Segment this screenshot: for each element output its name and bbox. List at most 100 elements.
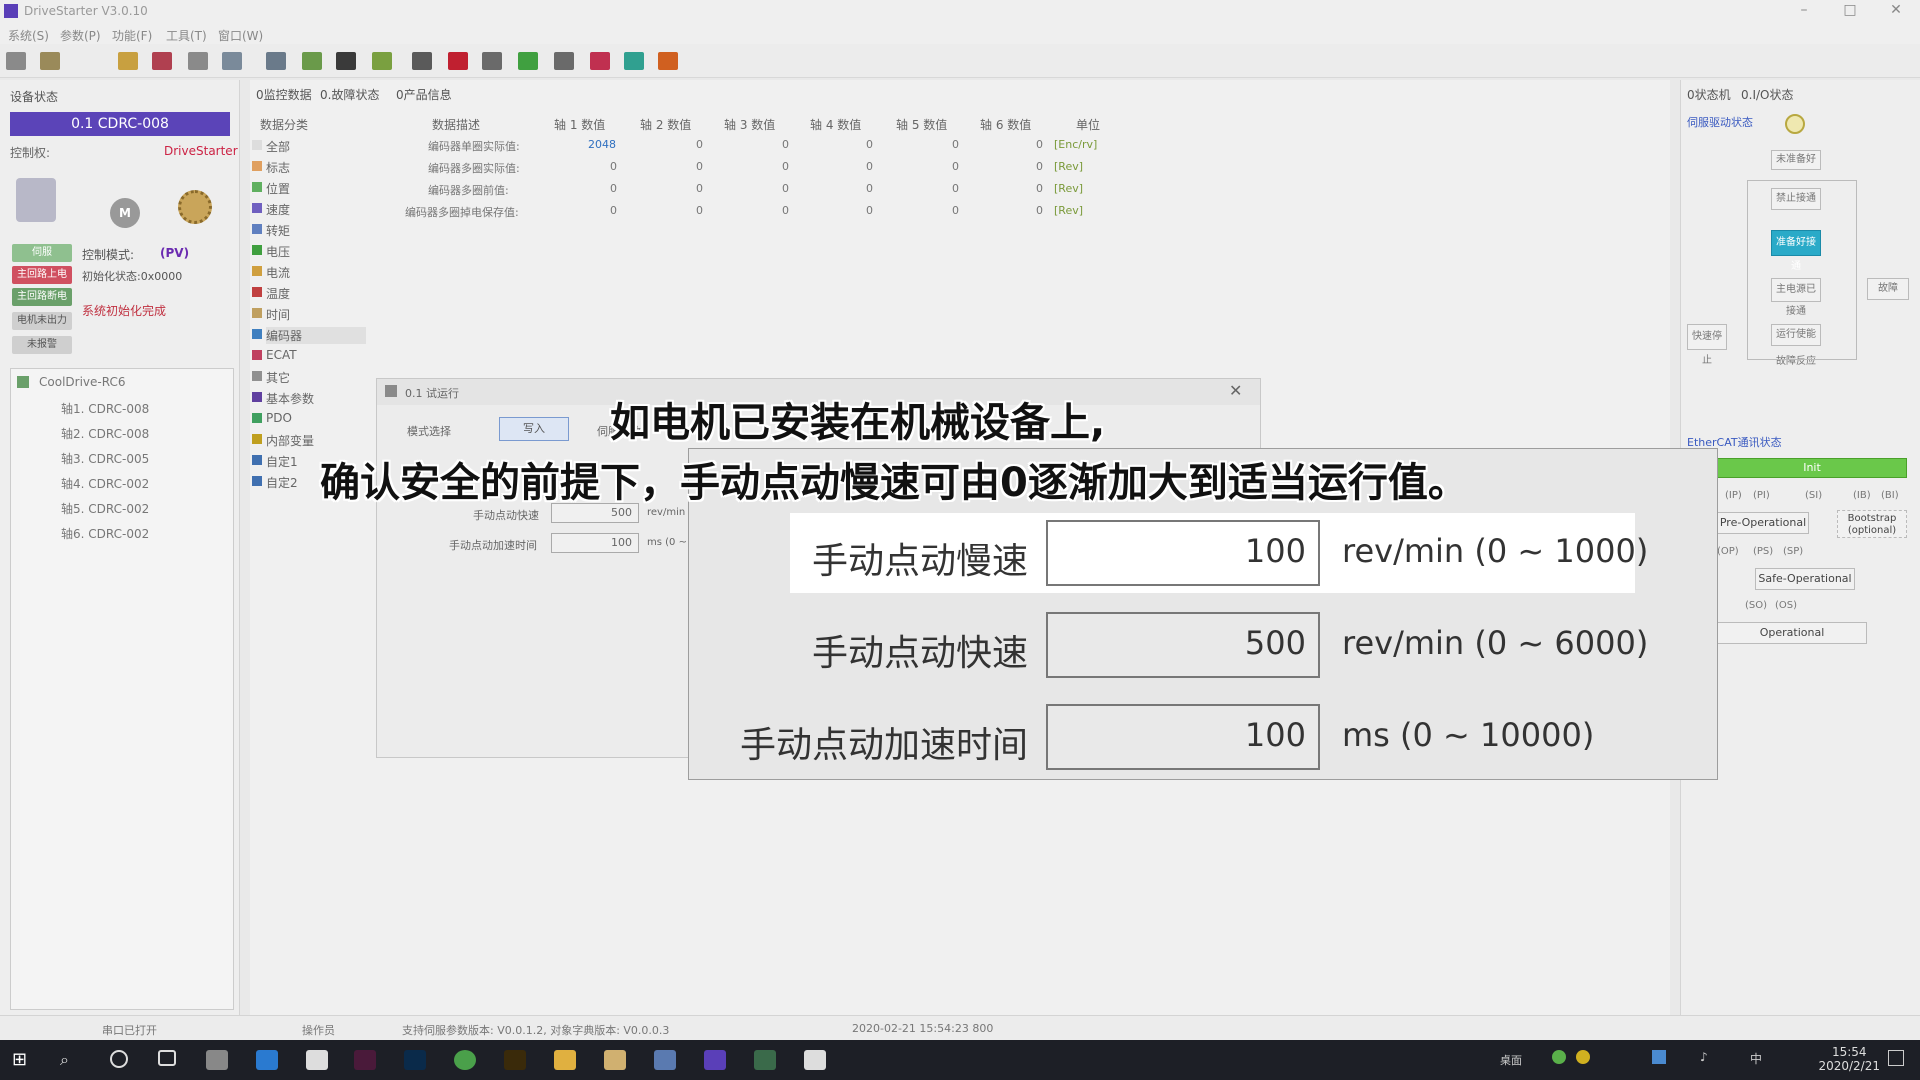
category-ecat[interactable]: ECAT <box>252 348 297 362</box>
tray-label: 桌面 <box>1500 1054 1522 1067</box>
close-icon[interactable]: ✕ <box>1876 2 1916 22</box>
status-user: 操作员 <box>302 1024 335 1037</box>
menu-system[interactable]: 系统(S) <box>8 27 49 44</box>
tree-item-axis5[interactable]: 轴5. CDRC-002 <box>61 500 149 517</box>
servo-status-button[interactable]: 伺服 <box>12 244 72 262</box>
subtitle-line2: 确认安全的前提下，手动点动慢速可由0逐渐加大到适当运行值。 <box>320 460 1468 506</box>
tree-item-axis1[interactable]: 轴1. CDRC-008 <box>61 400 149 417</box>
tree-item-axis2[interactable]: 轴2. CDRC-008 <box>61 425 149 442</box>
list-icon[interactable] <box>188 52 208 70</box>
word-icon[interactable] <box>654 1050 676 1070</box>
main-power-on-button[interactable]: 主回路上电 <box>12 266 72 284</box>
tree-item-axis4[interactable]: 轴4. CDRC-002 <box>61 475 149 492</box>
stop-icon[interactable] <box>152 52 172 70</box>
cortana-icon[interactable] <box>110 1050 128 1068</box>
small-unit-fast: rev/min <box>647 507 686 518</box>
row-value-axis1: 0 <box>610 204 617 217</box>
main-power-off-button[interactable]: 主回路断电 <box>12 288 72 306</box>
category-flag[interactable]: 标志 <box>252 159 290 176</box>
edge-icon[interactable] <box>256 1050 278 1070</box>
drivestarter-taskbar-icon[interactable] <box>704 1050 726 1070</box>
ime-icon[interactable]: 中 <box>1750 1050 1762 1067</box>
monitor-icon[interactable] <box>266 52 286 70</box>
photoshop-icon[interactable] <box>404 1050 426 1070</box>
terminal-icon[interactable] <box>754 1050 776 1070</box>
motor-no-output-button[interactable]: 电机未出力 <box>12 312 72 330</box>
tab-product-info[interactable]: 0产品信息 <box>396 86 452 103</box>
illustrator-icon[interactable] <box>504 1050 526 1070</box>
row-desc: 编码器多圈掉电保存值: <box>405 206 519 219</box>
dialog-close-icon[interactable]: ✕ <box>1229 381 1242 400</box>
volume-icon[interactable]: ♪ <box>1700 1050 1708 1064</box>
folder-icon[interactable] <box>604 1050 626 1070</box>
small-input-accel[interactable]: 100 <box>551 533 639 553</box>
export-icon[interactable] <box>554 52 574 70</box>
dialog-tab-mode[interactable]: 模式选择 <box>407 423 451 439</box>
menu-tools[interactable]: 工具(T) <box>166 27 207 44</box>
category-custom2[interactable]: 自定2 <box>252 474 298 491</box>
import-icon[interactable] <box>590 52 610 70</box>
task-view-icon[interactable] <box>158 1050 176 1066</box>
search-taskbar-icon[interactable]: ⌕ <box>60 1050 82 1070</box>
category-basic-params[interactable]: 基本参数 <box>252 390 314 407</box>
category-speed[interactable]: 速度 <box>252 201 290 218</box>
input-slow-speed[interactable]: 100 <box>1046 520 1320 586</box>
tune-icon[interactable] <box>302 52 322 70</box>
chart-icon[interactable] <box>372 52 392 70</box>
explorer-icon[interactable] <box>554 1050 576 1070</box>
help-icon[interactable] <box>658 52 678 70</box>
category-torque[interactable]: 转矩 <box>252 222 290 239</box>
tab-fault-status[interactable]: 0.故障状态 <box>320 86 379 103</box>
row-value-axis5: 0 <box>952 182 959 195</box>
category-all[interactable]: 全部 <box>252 138 290 155</box>
tree-item-axis3[interactable]: 轴3. CDRC-005 <box>61 450 149 467</box>
clock[interactable]: 15:54 2020/2/21 <box>1818 1045 1880 1073</box>
menu-params[interactable]: 参数(P) <box>60 27 101 44</box>
menu-window[interactable]: 窗口(W) <box>218 27 263 44</box>
network-tray-icon[interactable] <box>1652 1050 1666 1064</box>
category-encoder[interactable]: 编码器 <box>252 327 366 344</box>
category-time[interactable]: 时间 <box>252 306 290 323</box>
notification-icon[interactable] <box>1888 1050 1904 1066</box>
category-custom1[interactable]: 自定1 <box>252 453 298 470</box>
category-temperature[interactable]: 温度 <box>252 285 290 302</box>
compare-icon[interactable] <box>518 52 538 70</box>
maximize-icon[interactable]: □ <box>1830 2 1870 22</box>
video-icon[interactable] <box>804 1050 826 1070</box>
connect-icon[interactable] <box>6 52 26 70</box>
category-internal-vars[interactable]: 内部变量 <box>252 432 314 449</box>
save-icon[interactable] <box>412 52 432 70</box>
tab-io-status[interactable]: 0.I/O状态 <box>1741 86 1793 103</box>
device-banner[interactable]: 0.1 CDRC-008 <box>10 112 230 136</box>
minimize-icon[interactable]: – <box>1784 2 1824 22</box>
category-current[interactable]: 电流 <box>252 264 290 281</box>
upload-icon[interactable] <box>482 52 502 70</box>
windows-start-icon[interactable]: ⊞ <box>12 1050 34 1070</box>
category-pdo[interactable]: PDO <box>252 411 292 425</box>
chrome-icon[interactable] <box>454 1050 476 1070</box>
fan-app-icon[interactable] <box>206 1050 228 1070</box>
tab-state-machine[interactable]: 0状态机 <box>1687 86 1731 103</box>
refresh-icon[interactable] <box>624 52 644 70</box>
tree-item-axis6[interactable]: 轴6. CDRC-002 <box>61 525 149 542</box>
tab-monitor-data[interactable]: 0监控数据 <box>256 86 312 103</box>
wechat-tray-icon[interactable] <box>1552 1050 1566 1064</box>
scope-icon[interactable] <box>336 52 356 70</box>
search-icon[interactable] <box>222 52 242 70</box>
no-alarm-button[interactable]: 未报警 <box>12 336 72 354</box>
ecat-transition: (SP) <box>1783 546 1804 557</box>
category-other[interactable]: 其它 <box>252 369 290 386</box>
tree-root[interactable]: CoolDrive-RC6 <box>39 375 125 389</box>
menu-function[interactable]: 功能(F) <box>112 27 152 44</box>
scan-icon[interactable] <box>40 52 60 70</box>
download-icon[interactable] <box>448 52 468 70</box>
tray-app-icon[interactable] <box>1576 1050 1590 1064</box>
warning-icon[interactable] <box>118 52 138 70</box>
input-fast-speed[interactable]: 500 <box>1046 612 1320 678</box>
dialog-write-button[interactable]: 写入 <box>499 417 569 441</box>
input-accel-time[interactable]: 100 <box>1046 704 1320 770</box>
photos-icon[interactable] <box>306 1050 328 1070</box>
indesign-icon[interactable] <box>354 1050 376 1070</box>
category-position[interactable]: 位置 <box>252 180 290 197</box>
category-voltage[interactable]: 电压 <box>252 243 290 260</box>
